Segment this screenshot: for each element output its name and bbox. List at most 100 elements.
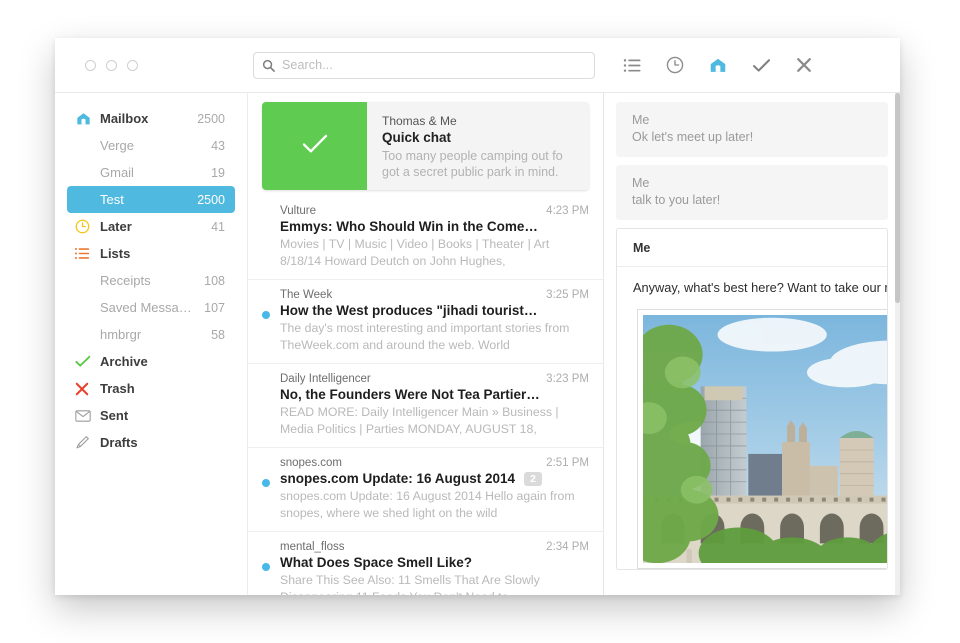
scrollbar-thumb[interactable] [895, 93, 900, 303]
pencil-icon [75, 435, 92, 450]
unread-indicator [262, 479, 270, 487]
scrollbar-track[interactable] [895, 93, 900, 595]
list-item[interactable]: Me talk to you later! [616, 165, 888, 220]
message-subject: Emmys: Who Should Win in the Come… [280, 219, 538, 234]
message-time: 4:23 PM [546, 205, 589, 217]
sidebar-item-label: Archive [100, 354, 148, 369]
sidebar-item-receipts[interactable]: Receipts 108 [67, 267, 235, 294]
close-icon[interactable] [793, 54, 815, 76]
conversation-pane[interactable]: Me Ok let's meet up later! Me talk to yo… [604, 93, 900, 595]
message-sender: Vulture [280, 205, 317, 217]
message-subject: Quick chat [382, 130, 452, 145]
screen: Search... Mailbox 2500 Verge 43 Gmail 19… [0, 0, 960, 643]
check-icon[interactable] [750, 54, 772, 76]
sidebar-item-label: Drafts [100, 435, 138, 450]
window-controls [55, 59, 248, 71]
mailbox-icon[interactable] [707, 54, 729, 76]
sidebar-item-label: Later [100, 219, 132, 234]
search-placeholder: Search... [282, 58, 333, 72]
message-preview: Movies | TV | Music | Video | Books | Th… [280, 237, 550, 268]
table-row[interactable]: Vulture 4:23 PM Emmys: Who Should Win in… [248, 196, 603, 280]
message-preview: The day's most interesting and important… [280, 321, 570, 352]
sidebar-item-hmbrgr[interactable]: hmbrgr 58 [67, 321, 235, 348]
sidebar-item-label: Saved Messages [100, 300, 199, 315]
sidebar-item-trash[interactable]: Trash [67, 375, 235, 402]
sidebar-item-archive[interactable]: Archive [67, 348, 235, 375]
sidebar-item-count: 107 [204, 300, 225, 315]
city-skyline-photo [637, 309, 887, 569]
search-area: Search... [248, 51, 603, 79]
message-sender: Daily Intelligencer [280, 373, 371, 385]
sidebar-item-drafts[interactable]: Drafts [67, 429, 235, 456]
x-icon [75, 381, 92, 396]
message-body: Anyway, what's best here? Want to take o… [633, 280, 887, 295]
message-time: 2:51 PM [546, 457, 589, 469]
table-row[interactable]: mental_floss 2:34 PM What Does Space Sme… [248, 532, 603, 595]
swiped-message-card[interactable]: Thomas & Me Quick chat Too many people c… [262, 102, 589, 190]
sidebar-item-label: Lists [100, 246, 131, 261]
table-row[interactable]: snopes.com 2:51 PM snopes.com Update: 16… [248, 448, 603, 532]
table-row[interactable]: The Week 3:25 PM How the West produces "… [248, 280, 603, 364]
zoom-window-button[interactable] [127, 59, 138, 71]
sidebar-item-saved-messages[interactable]: Saved Messages 107 [67, 294, 235, 321]
message-list[interactable]: Thomas & Me Quick chat Too many people c… [248, 93, 604, 595]
sidebar-item-count: 108 [204, 273, 225, 288]
sidebar-item-label: Verge [100, 138, 134, 153]
sidebar-item-verge[interactable]: Verge 43 [67, 132, 235, 159]
window-body: Mailbox 2500 Verge 43 Gmail 19 Test 2500 [55, 93, 900, 595]
sidebar-item-gmail[interactable]: Gmail 19 [67, 159, 235, 186]
close-window-button[interactable] [85, 59, 96, 71]
clock-icon[interactable] [664, 54, 686, 76]
message-time: 2:34 PM [546, 541, 589, 553]
sidebar-item-label: Gmail [100, 165, 134, 180]
search-input[interactable]: Search... [253, 51, 595, 79]
sidebar: Mailbox 2500 Verge 43 Gmail 19 Test 2500 [55, 93, 248, 595]
sidebar-item-label: hmbrgr [100, 327, 142, 342]
message-subject: What Does Space Smell Like? [280, 555, 473, 570]
open-message[interactable]: Me Anyway, what's best here? Want to tak… [616, 228, 888, 570]
message-sender: Me [632, 176, 650, 190]
message-body: talk to you later! [632, 193, 721, 207]
sidebar-item-test[interactable]: Test 2500 [67, 186, 235, 213]
search-icon [262, 59, 275, 72]
envelope-icon [75, 408, 92, 423]
sidebar-item-label: Trash [100, 381, 135, 396]
sidebar-item-count: 2500 [197, 192, 225, 207]
sidebar-item-sent[interactable]: Sent [67, 402, 235, 429]
table-row[interactable]: Daily Intelligencer 3:23 PM No, the Foun… [248, 364, 603, 448]
sidebar-item-count: 2500 [197, 111, 225, 126]
titlebar: Search... [55, 38, 900, 93]
check-icon [301, 133, 329, 160]
message-preview: Share This See Also: 11 Smells That Are … [280, 573, 540, 595]
sidebar-item-count: 58 [211, 327, 225, 342]
message-sender: mental_floss [280, 541, 345, 553]
list-icon [75, 246, 92, 261]
message-sender: The Week [280, 289, 333, 301]
message-preview: READ MORE: Daily Intelligencer Main » Bu… [280, 405, 559, 436]
message-body: Ok let's meet up later! [632, 130, 754, 144]
mailbox-icon [75, 111, 92, 126]
sidebar-item-count: 41 [211, 219, 225, 234]
swiped-message-content: Thomas & Me Quick chat Too many people c… [367, 102, 589, 190]
message-time: 3:23 PM [546, 373, 589, 385]
message-preview: snopes.com Update: 16 August 2014 Hello … [280, 489, 575, 520]
sidebar-item-later[interactable]: Later 41 [67, 213, 235, 240]
check-icon [75, 354, 92, 369]
sidebar-item-count: 19 [211, 165, 225, 180]
sidebar-item-lists[interactable]: Lists [67, 240, 235, 267]
message-sender: Thomas & Me [382, 114, 457, 128]
message-sender: Me [617, 229, 887, 267]
mailbox-window: Search... Mailbox 2500 Verge 43 Gmail 19… [55, 38, 900, 595]
minimize-window-button[interactable] [106, 59, 117, 71]
swipe-archive-action[interactable] [262, 102, 367, 190]
message-preview-line-1: Too many people camping out fo [382, 149, 563, 163]
message-subject: snopes.com Update: 16 August 2014 [280, 471, 516, 486]
message-preview-line-2: got a secret public park in mind. [382, 165, 559, 179]
unread-indicator [262, 563, 270, 571]
list-icon[interactable] [621, 54, 643, 76]
sidebar-item-label: Sent [100, 408, 129, 423]
list-item[interactable]: Me Ok let's meet up later! [616, 102, 888, 157]
sidebar-item-label: Test [100, 192, 124, 207]
sidebar-item-mailbox[interactable]: Mailbox 2500 [67, 105, 235, 132]
unread-indicator [262, 311, 270, 319]
